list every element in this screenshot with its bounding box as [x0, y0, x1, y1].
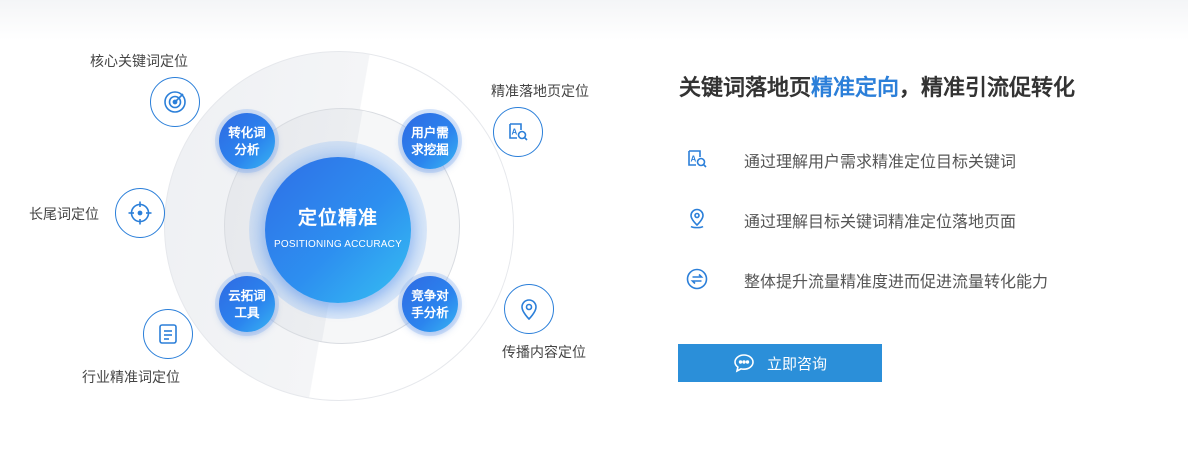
heading-text: 关键词落地页: [679, 76, 812, 101]
feature-text: 整体提升流量精准度进而促进流量转化能力: [744, 272, 1049, 291]
exchange-icon: [684, 266, 710, 292]
search-page-icon: A: [493, 107, 543, 157]
core-subtitle: POSITIONING ACCURACY: [274, 239, 402, 250]
label-long-tail: 长尾词定位: [29, 207, 99, 223]
node-user-demand: 用户需求挖掘: [402, 113, 458, 169]
node-conversion-words: 转化词分析: [219, 113, 275, 169]
crosshair-icon: [115, 188, 165, 238]
core-circle: 定位精准 POSITIONING ACCURACY: [265, 157, 411, 303]
node-label: 竞争对手分析: [411, 288, 449, 320]
location-pin-icon: [684, 206, 710, 232]
label-content: 传播内容定位: [502, 345, 586, 361]
node-keyword-tool: 云拓词工具: [219, 276, 275, 332]
node-label: 转化词分析: [228, 125, 266, 157]
feature-text: 通过理解目标关键词精准定位落地页面: [744, 212, 1017, 231]
target-icon: [150, 77, 200, 127]
chat-bubble-icon: [734, 354, 754, 373]
label-landing-page: 精准落地页定位: [491, 84, 589, 100]
node-competitor-analysis: 竞争对手分析: [402, 276, 458, 332]
heading-highlight: 精准定向: [811, 76, 900, 101]
panel-heading: 关键词落地页精准定向，精准引流促转化: [679, 70, 1075, 102]
search-page-icon: A: [684, 146, 710, 172]
label-industry: 行业精准词定位: [82, 370, 180, 386]
consult-button[interactable]: 立即咨询: [678, 344, 882, 382]
feature-text: 通过理解用户需求精准定位目标关键词: [744, 152, 1017, 171]
node-label: 用户需求挖掘: [411, 125, 449, 157]
svg-text:A: A: [691, 155, 697, 164]
node-label: 云拓词工具: [228, 288, 266, 320]
document-icon: [143, 309, 193, 359]
heading-text-tail: ，精准引流促转化: [899, 76, 1076, 101]
svg-text:A: A: [512, 128, 518, 137]
consult-button-label: 立即咨询: [766, 354, 827, 373]
core-title: 定位精准: [297, 207, 378, 229]
label-core-keyword: 核心关键词定位: [90, 54, 188, 70]
location-pin-icon: [504, 284, 554, 334]
